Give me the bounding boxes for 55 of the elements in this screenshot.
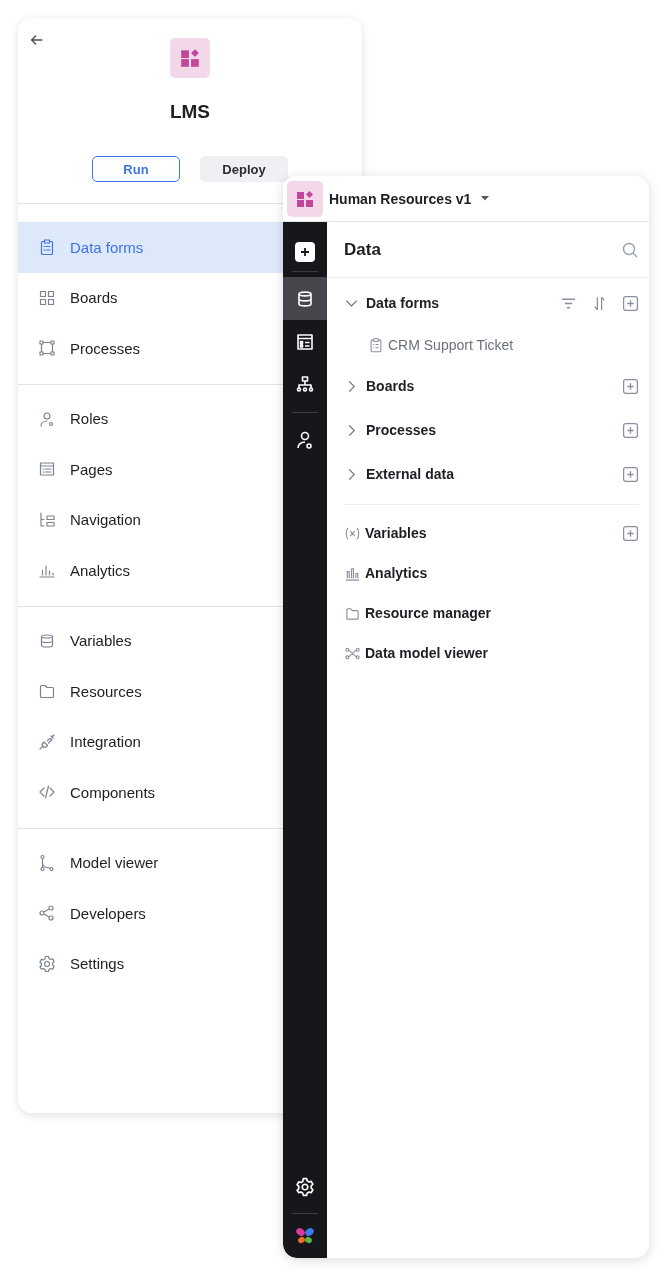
tool-item[interactable]: Resource manager (365, 605, 492, 621)
user-icon (38, 409, 56, 428)
project-title[interactable]: Human Resources v1 (329, 190, 472, 207)
page-icon (38, 460, 56, 479)
folder-icon (38, 682, 56, 701)
search-icon[interactable] (621, 240, 639, 259)
code-icon (38, 783, 56, 802)
branch-icon (38, 853, 56, 872)
nav-item[interactable]: Integration (18, 716, 283, 767)
user-icon (295, 429, 315, 450)
section-label[interactable]: Processes (366, 422, 437, 438)
rail-item[interactable] (283, 277, 327, 320)
clipboard-icon (38, 238, 56, 257)
app-title: LMS (169, 100, 211, 124)
share-icon (38, 904, 56, 923)
add-icon[interactable] (295, 242, 315, 262)
nav-item[interactable]: Developers (18, 888, 283, 939)
tool-item[interactable]: Analytics (365, 565, 428, 581)
nav-item[interactable]: Variables (18, 615, 283, 666)
nav-item[interactable]: Resources (18, 666, 283, 717)
nav-item[interactable]: Analytics (18, 545, 283, 596)
panel-title: Data (344, 239, 381, 260)
tool-item[interactable]: Variables (365, 525, 427, 541)
form-icon (295, 331, 315, 352)
project-logo-icon (287, 180, 323, 217)
nav-item[interactable]: Data forms (18, 222, 283, 273)
nav-item[interactable]: Boards (18, 272, 283, 323)
nav-item[interactable]: Settings (18, 938, 283, 989)
grid-icon (38, 288, 56, 307)
clipboard-icon (368, 336, 384, 353)
plug-icon (38, 732, 56, 751)
back-arrow-icon[interactable] (29, 32, 45, 48)
database-icon (295, 288, 315, 309)
caret-icon[interactable] (481, 196, 490, 201)
tree-item[interactable]: CRM Support Ticket (388, 336, 514, 353)
deploy-button[interactable]: Deploy (200, 156, 288, 182)
hierarchy-icon (295, 374, 315, 395)
database-icon (38, 631, 56, 650)
tree-icon (38, 510, 56, 529)
nav-item[interactable]: Processes (18, 323, 283, 374)
nav-item[interactable]: Navigation (18, 494, 283, 545)
section-label[interactable]: Data forms (366, 295, 440, 311)
settings-icon[interactable] (295, 1177, 315, 1197)
section-label[interactable]: Boards (366, 378, 415, 394)
nav-item[interactable]: Roles (18, 393, 283, 444)
nodes-icon (38, 339, 56, 358)
nav-item[interactable]: Pages (18, 444, 283, 495)
butterfly-logo-icon (295, 1226, 315, 1246)
app-logo-icon (170, 38, 210, 78)
nav-item[interactable]: Model viewer (18, 837, 283, 888)
settings-icon (38, 954, 56, 973)
tool-item[interactable]: Data model viewer (365, 645, 488, 661)
run-button[interactable]: Run (92, 156, 180, 182)
section-label[interactable]: External data (366, 466, 454, 482)
nav-item[interactable]: Components (18, 767, 283, 818)
